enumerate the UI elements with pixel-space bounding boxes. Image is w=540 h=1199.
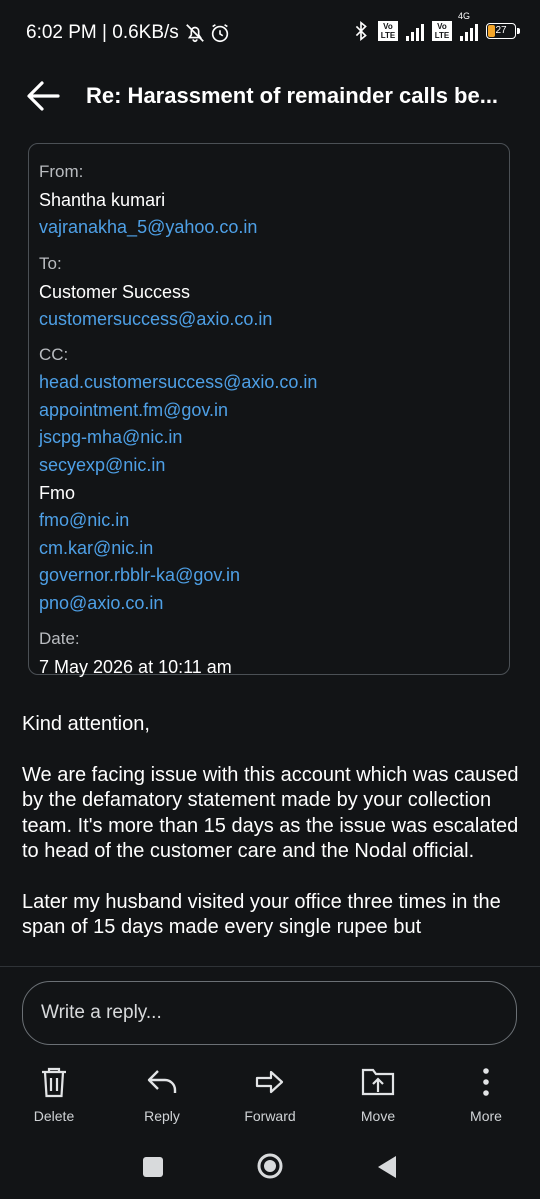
home-button[interactable]	[256, 1152, 284, 1185]
body-paragraph: Kind attention,	[22, 713, 150, 735]
cc-email[interactable]: secyexp@nic.in	[39, 452, 499, 480]
body-paragraph: We are facing issue with this account wh…	[22, 763, 519, 863]
reply-label: Reply	[144, 1108, 180, 1124]
back-nav-button[interactable]	[376, 1154, 398, 1185]
bluetooth-icon	[355, 21, 367, 41]
to-name: Customer Success	[39, 281, 191, 302]
more-vertical-icon	[483, 1068, 489, 1096]
from-name: Shantha kumari	[39, 190, 166, 210]
cc-email[interactable]: head.customersuccess@axio.co.in	[39, 369, 499, 397]
to-label: To:	[39, 253, 62, 273]
signal-icon-2	[460, 21, 478, 41]
status-time: 6:02 PM | 0.6KB/s	[26, 22, 179, 43]
forward-arrow-icon	[255, 1070, 284, 1094]
delete-button[interactable]: Delete	[0, 1064, 108, 1132]
reply-icon	[147, 1070, 177, 1093]
more-button[interactable]: More	[432, 1064, 540, 1132]
action-bar: Delete Reply Forward Move More	[0, 1064, 540, 1132]
message-subject: Re: Harassment of remainder calls be...	[86, 83, 499, 108]
cc-email[interactable]: fmo@nic.in	[39, 507, 499, 535]
battery-fill	[488, 25, 495, 37]
move-label: Move	[360, 1108, 396, 1124]
message-body: Kind attention, We are facing issue with…	[22, 712, 522, 966]
message-header: Re: Harassment of remainder calls be...	[0, 66, 540, 128]
status-bar: 6:02 PM | 0.6KB/s Vo LTE Vo LTE 4G 27	[0, 0, 540, 66]
body-paragraph: Later my husband visited your office thr…	[22, 890, 501, 939]
battery-percent: 27	[495, 25, 507, 36]
cc-email[interactable]: pno@axio.co.in	[39, 590, 499, 618]
cc-email[interactable]: cm.kar@nic.in	[39, 535, 499, 563]
to-email[interactable]: customersuccess@axio.co.in	[39, 306, 499, 334]
move-folder-icon	[361, 1068, 395, 1096]
more-label: More	[470, 1108, 502, 1124]
back-button[interactable]	[24, 78, 64, 114]
mute-bell-icon	[186, 24, 204, 43]
forward-label: Forward	[244, 1108, 296, 1124]
signal-icon-1	[406, 21, 424, 41]
triangle-back-icon	[378, 1156, 396, 1178]
cc-name: Fmo	[39, 483, 75, 503]
forward-button[interactable]: Forward	[216, 1064, 324, 1132]
delete-label: Delete	[33, 1108, 75, 1124]
reply-box[interactable]	[22, 981, 517, 1045]
recents-button[interactable]	[142, 1156, 164, 1183]
date-value: 7 May 2026 at 10:11 am	[39, 657, 232, 677]
arrow-left-icon	[27, 81, 60, 111]
from-label: From:	[39, 162, 84, 181]
volte-badge-2: Vo LTE	[432, 21, 452, 41]
network-indicator: 4G	[458, 11, 478, 41]
square-icon	[143, 1157, 163, 1177]
cc-email[interactable]: jscpg-mha@nic.in	[39, 424, 499, 452]
trash-icon	[42, 1067, 66, 1098]
move-button[interactable]: Move	[324, 1064, 432, 1132]
body-clip	[0, 958, 540, 978]
system-nav-bar	[0, 1140, 540, 1199]
divider	[0, 966, 540, 967]
status-icons: Vo LTE Vo LTE 4G 27	[186, 11, 520, 43]
message-details-card: From: Shantha kumari vajranakha_5@yahoo.…	[28, 143, 510, 677]
circle-home-icon	[257, 1153, 283, 1179]
volte-badge-1: Vo LTE	[378, 21, 398, 41]
reply-button[interactable]: Reply	[108, 1064, 216, 1132]
cc-email[interactable]: appointment.fm@gov.in	[39, 397, 499, 425]
reply-input[interactable]	[39, 996, 483, 1030]
date-label: Date:	[39, 629, 80, 648]
alarm-icon	[211, 24, 229, 43]
cc-email[interactable]: governor.rbblr-ka@gov.in	[39, 562, 499, 590]
network-type: 4G	[458, 11, 471, 21]
from-email[interactable]: vajranakha_5@yahoo.co.in	[39, 214, 499, 242]
battery-icon: 27	[486, 23, 520, 39]
cc-label: CC:	[39, 345, 69, 364]
